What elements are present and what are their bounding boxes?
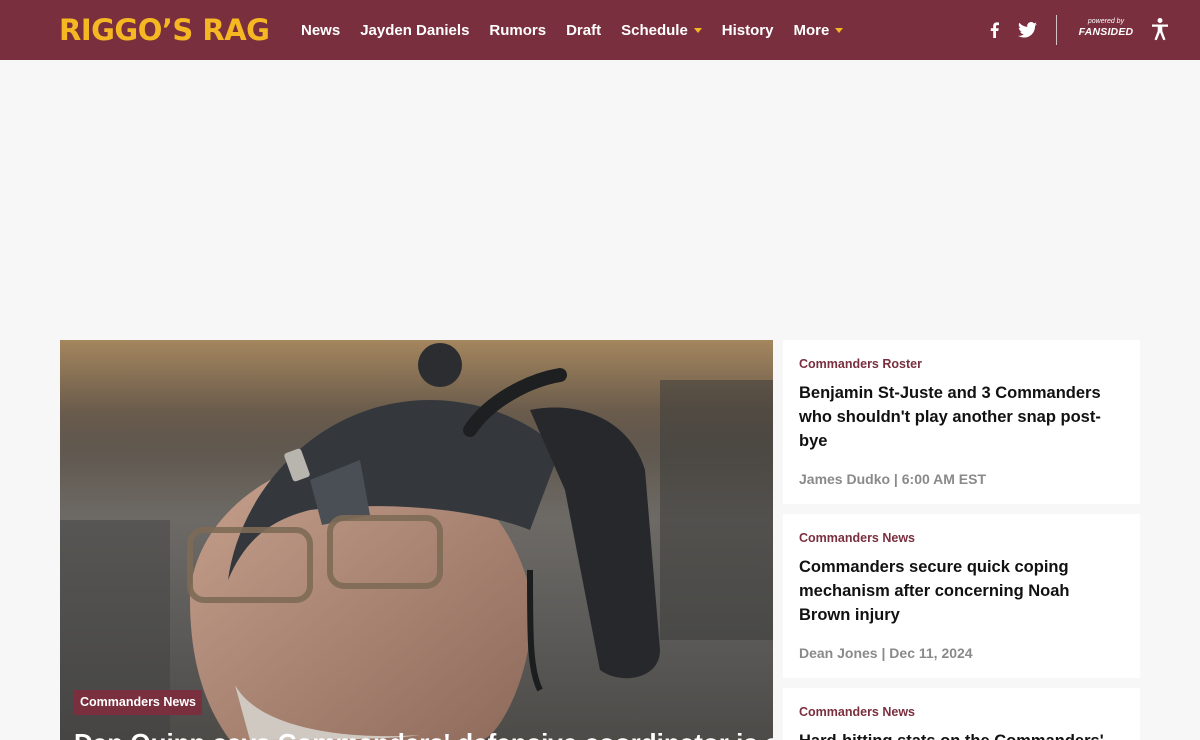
fansided-logo[interactable]: powered by FANSIDED [1078,17,1134,39]
nav-label: Schedule [621,21,688,39]
caret-down-icon [835,28,844,33]
nav-item-draft[interactable]: Draft [566,22,601,39]
fansided-wordmark: FANSIDED [1078,26,1134,38]
facebook-icon[interactable] [983,0,1005,60]
nav-label: Draft [566,21,602,39]
sidebar-article-card[interactable]: Commanders Roster Benjamin St-Juste and … [783,340,1140,504]
caret-down-icon [693,28,702,33]
nav-item-rumors[interactable]: Rumors [489,22,546,39]
ad-placeholder [0,60,1200,340]
hero-category-badge[interactable]: Commanders News [74,690,203,715]
main-nav: News Jayden Daniels Rumors Draft Schedul… [301,0,863,60]
sidebar-article-card[interactable]: Commanders News Commanders secure quick … [783,514,1140,678]
nav-label: History [721,21,774,39]
hero-photo [60,340,773,740]
nav-item-schedule[interactable]: Schedule [621,22,702,39]
article-author[interactable]: Dean Jones [799,645,878,661]
nav-item-news[interactable]: News [301,22,340,39]
article-category[interactable]: Commanders Roster [799,357,1124,372]
nav-item-history[interactable]: History [722,22,774,39]
top-navigation-bar: RIGGO’S RAG News Jayden Daniels Rumors D… [0,0,1200,60]
twitter-icon[interactable] [1014,0,1040,60]
nav-item-more[interactable]: More [793,21,844,39]
article-date: Dec 11, 2024 [889,645,973,661]
article-title[interactable]: Benjamin St-Juste and 3 Commanders who s… [799,381,1124,453]
nav-label: News [301,21,341,39]
hero-title[interactable]: Dan Quinn says Commanders' defensive coo… [74,728,773,740]
powered-by-label: powered by [1087,18,1125,25]
nav-label: Rumors [489,21,547,39]
nav-label: Jayden Daniels [360,21,470,39]
site-logo[interactable]: RIGGO’S RAG [59,13,270,47]
article-category[interactable]: Commanders News [799,531,1124,546]
accessibility-icon[interactable] [1149,17,1171,41]
header-divider [1056,15,1057,45]
nav-item-jayden-daniels[interactable]: Jayden Daniels [360,22,469,39]
article-category[interactable]: Commanders News [799,705,1124,720]
article-byline: James Dudko | 6:00 AM EST [799,471,987,487]
article-byline: Dean Jones | Dec 11, 2024 [799,645,973,661]
nav-label: More [793,21,830,39]
article-title[interactable]: Commanders secure quick coping mechanism… [799,555,1124,627]
article-author[interactable]: James Dudko [799,471,890,487]
article-title[interactable]: Hard-hitting stats on the Commanders' de… [799,729,1124,740]
article-date: 6:00 AM EST [901,471,987,487]
sidebar-article-card[interactable]: Commanders News Hard-hitting stats on th… [783,688,1140,740]
hero-article[interactable]: Commanders News Dan Quinn says Commander… [60,340,773,740]
